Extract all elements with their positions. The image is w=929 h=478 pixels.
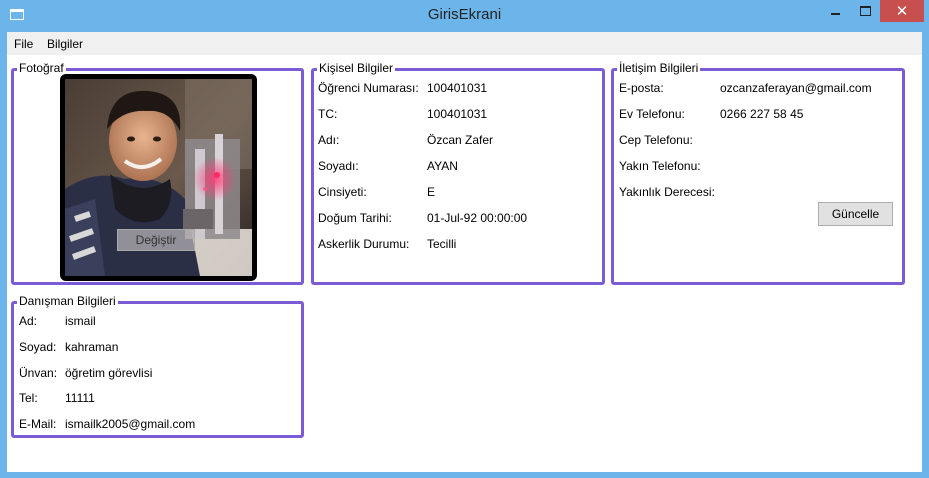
email-label: E-posta: [619,81,664,95]
personal-info-group: Kişisel Bilgiler Öğrenci Numarası: 10040… [311,61,605,285]
email-value: ozcanzaferayan@gmail.com [720,81,872,95]
student-number-value: 100401031 [427,81,488,95]
surname-label: Soyadı: [318,159,359,173]
gender-value: E [427,185,436,199]
menu-bar: File Bilgiler [7,32,922,55]
title-bar[interactable]: GirisEkrani ✕ [0,0,929,32]
photo-group-title: Fotoğraf [17,61,66,75]
maximize-button[interactable] [850,0,880,22]
home-phone-value: 0266 227 58 45 [720,107,804,121]
contact-info-group: İletişim Bilgileri E-posta: ozcanzaferay… [611,61,905,285]
military-status-value: Tecilli [427,237,457,251]
advisor-name-label: Ad: [19,314,38,328]
menu-file[interactable]: File [14,37,33,51]
close-button[interactable]: ✕ [880,0,924,22]
minimize-icon [830,13,840,15]
main-window: GirisEkrani ✕ File Bilgiler Fotoğraf Değ… [0,0,929,478]
advisor-phone-label: Tel: [19,391,38,405]
change-photo-button[interactable]: Değiştir [117,229,195,251]
birth-date-label: Doğum Tarihi: [318,211,392,225]
name-value: Özcan Zafer [427,133,494,147]
contact-info-title: İletişim Bilgileri [617,61,701,75]
personal-info-title: Kişisel Bilgiler [317,61,396,75]
home-phone-label: Ev Telefonu: [619,107,685,121]
photo-frame: Değiştir [60,74,257,281]
photo-group: Fotoğraf Değiştir [11,61,304,285]
relative-phone-label: Yakın Telefonu: [619,159,701,173]
tc-value: 100401031 [427,107,488,121]
advisor-phone-value: 11111 [65,391,95,405]
maximize-icon [859,6,871,16]
tc-label: TC: [318,107,338,121]
close-icon: ✕ [895,3,909,20]
military-status-label: Askerlik Durumu: [318,237,410,251]
advisor-info-group: Danışman Bilgileri Ad: ismail Soyad: kah… [11,294,304,438]
advisor-email-value: ismailk2005@gmail.com [65,417,196,431]
advisor-title-value: öğretim görevlisi [65,366,153,380]
relationship-label: Yakınlık Derecesi: [619,185,715,199]
gender-label: Cinsiyeti: [318,185,367,199]
surname-value: AYAN [427,159,458,173]
menu-info[interactable]: Bilgiler [47,37,83,51]
update-button[interactable]: Güncelle [818,202,893,226]
advisor-info-title: Danışman Bilgileri [17,294,118,308]
mobile-phone-label: Cep Telefonu: [619,133,693,147]
client-area: File Bilgiler Fotoğraf Değiştir Kişisel … [7,32,922,472]
birth-date-value: 01-Jul-92 00:00:00 [427,211,528,225]
window-title: GirisEkrani [427,6,502,23]
student-number-label: Öğrenci Numarası: [318,81,419,95]
advisor-title-label: Ünvan: [19,366,58,380]
minimize-button[interactable] [820,0,850,22]
name-label: Adı: [318,133,340,147]
advisor-email-label: E-Mail: [19,417,57,431]
advisor-surname-label: Soyad: [19,340,57,354]
advisor-name-value: ismail [65,314,96,328]
advisor-surname-value: kahraman [65,340,119,354]
